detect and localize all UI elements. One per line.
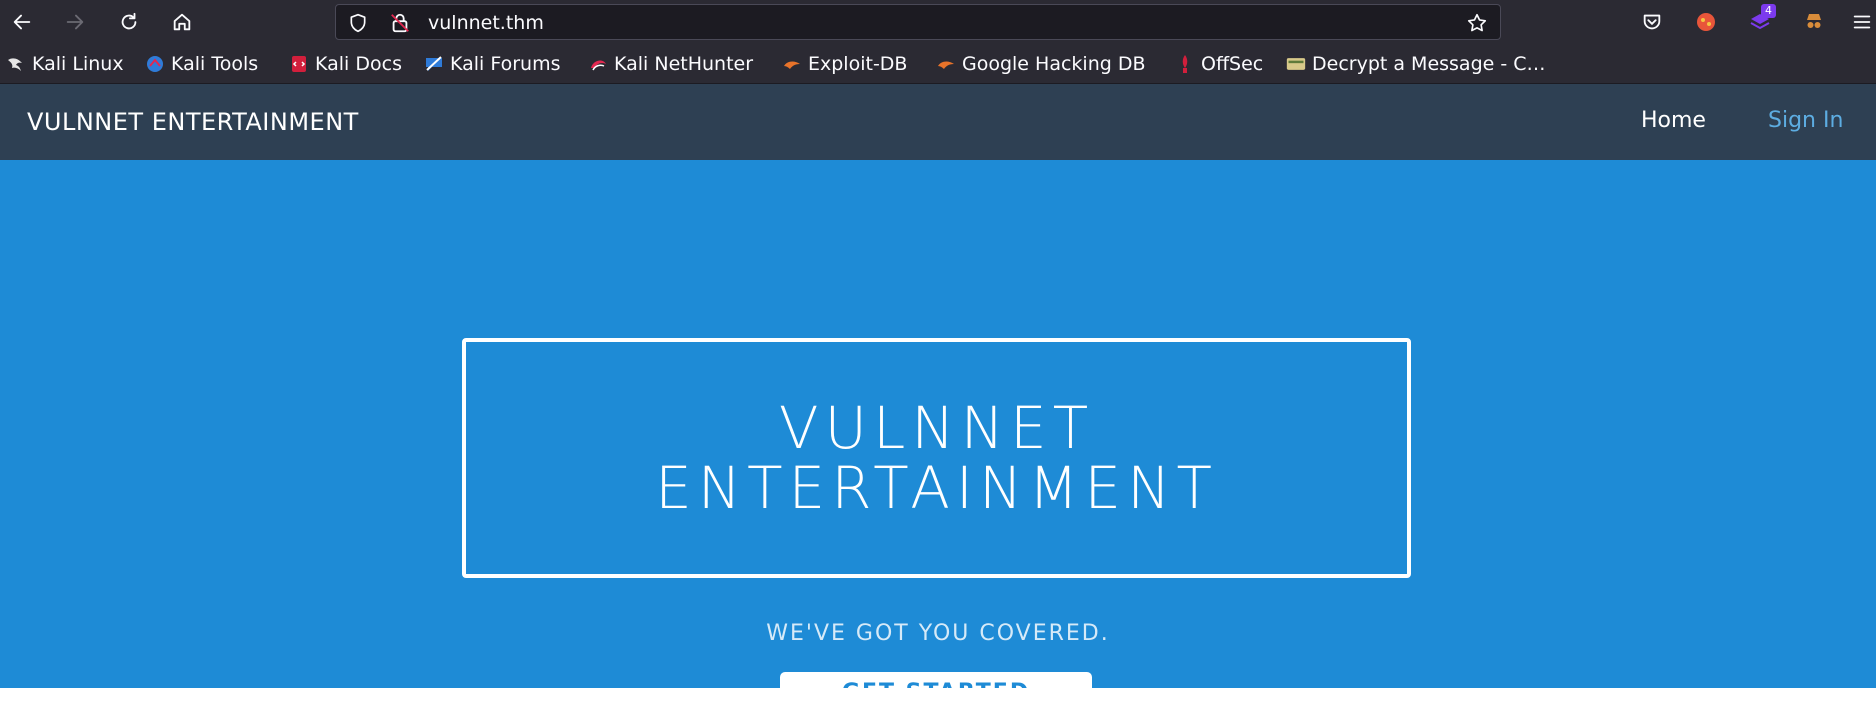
bookmark-google-hacking-db[interactable]: Google Hacking DB (936, 52, 1146, 76)
spy-extension-icon (1807, 14, 1821, 28)
site-brand[interactable]: VULNNET ENTERTAINMENT (27, 108, 359, 136)
hero-title-line-2: ENTERTAINMENT (655, 454, 1218, 522)
forward-arrow-icon (66, 14, 84, 30)
hero-title-box: VULNNET ENTERTAINMENT (462, 338, 1411, 578)
page-bottom-area (0, 688, 1876, 716)
back-arrow-icon (13, 14, 31, 30)
pocket-button[interactable] (1638, 8, 1666, 36)
reload-icon (121, 12, 137, 30)
bookmark-label: Kali NetHunter (614, 53, 754, 75)
extension-button-3[interactable] (1800, 8, 1828, 36)
forward-button[interactable] (59, 6, 91, 38)
bookmark-label: Google Hacking DB (962, 53, 1146, 75)
extension-button-2[interactable]: 4 (1746, 4, 1776, 36)
nav-home-link[interactable]: Home (1641, 108, 1706, 133)
exploit-db-icon (784, 61, 800, 69)
bookmark-offsec[interactable]: OffSec (1175, 52, 1263, 76)
insecure-lock-icon[interactable] (389, 12, 411, 34)
bookmark-star-icon[interactable] (1466, 12, 1488, 34)
offsec-icon (1182, 55, 1188, 73)
decrypt-icon (1286, 58, 1306, 70)
bookmark-kali-tools[interactable]: Kali Tools (145, 52, 258, 76)
cookie-extension-icon (1697, 13, 1715, 31)
bookmark-kali-forums[interactable]: Kali Forums (424, 52, 561, 76)
hero-title-line-1: VULNNET (778, 394, 1095, 462)
kali-tools-icon (147, 56, 163, 72)
bookmark-label: Kali Linux (32, 53, 124, 75)
pocket-icon (1643, 14, 1661, 30)
get-started-button[interactable]: GET STARTED (780, 672, 1092, 688)
nav-sign-in-link[interactable]: Sign In (1768, 108, 1843, 133)
hero-subtitle: WE'VE GOT YOU COVERED. (766, 621, 1110, 646)
nethunter-icon (591, 60, 606, 71)
kali-dragon-icon (8, 58, 22, 71)
bookmark-kali-docs[interactable]: Kali Docs (289, 52, 402, 76)
extension-badge: 4 (1761, 4, 1776, 18)
bookmark-kali-nethunter[interactable]: Kali NetHunter (588, 52, 753, 76)
hamburger-menu-icon (1853, 15, 1871, 29)
bookmark-label: Exploit-DB (808, 53, 908, 75)
menu-button[interactable] (1848, 8, 1876, 36)
reload-button[interactable] (113, 6, 145, 38)
browser-toolbar: vulnnet.thm 4 (0, 0, 1876, 44)
bookmarks-toolbar: Kali Linux Kali Tools Kali Docs Kali For… (0, 44, 1876, 84)
ghdb-icon (938, 61, 954, 69)
url-text[interactable]: vulnnet.thm (428, 12, 544, 34)
site-navbar: VULNNET ENTERTAINMENT Home Sign In (0, 84, 1876, 160)
kali-forums-icon (426, 56, 442, 71)
url-bar[interactable]: vulnnet.thm (335, 4, 1501, 40)
home-icon (173, 13, 191, 31)
back-button[interactable] (6, 6, 38, 38)
kali-docs-icon (292, 56, 306, 72)
bookmark-label: OffSec (1201, 53, 1264, 75)
extension-button-1[interactable] (1692, 8, 1720, 36)
bookmark-label: Decrypt a Message - C… (1312, 53, 1546, 75)
bookmark-decrypt-message[interactable]: Decrypt a Message - C… (1286, 52, 1546, 76)
hero-section: VULNNET ENTERTAINMENT WE'VE GOT YOU COVE… (0, 160, 1876, 688)
tracking-protection-shield-icon[interactable] (348, 13, 368, 33)
home-button[interactable] (166, 6, 198, 38)
bookmark-exploit-db[interactable]: Exploit-DB (782, 52, 907, 76)
bookmark-label: Kali Tools (171, 53, 259, 75)
bookmark-label: Kali Forums (450, 53, 561, 75)
bookmark-label: Kali Docs (315, 53, 402, 75)
bookmark-kali-linux[interactable]: Kali Linux (6, 52, 124, 76)
